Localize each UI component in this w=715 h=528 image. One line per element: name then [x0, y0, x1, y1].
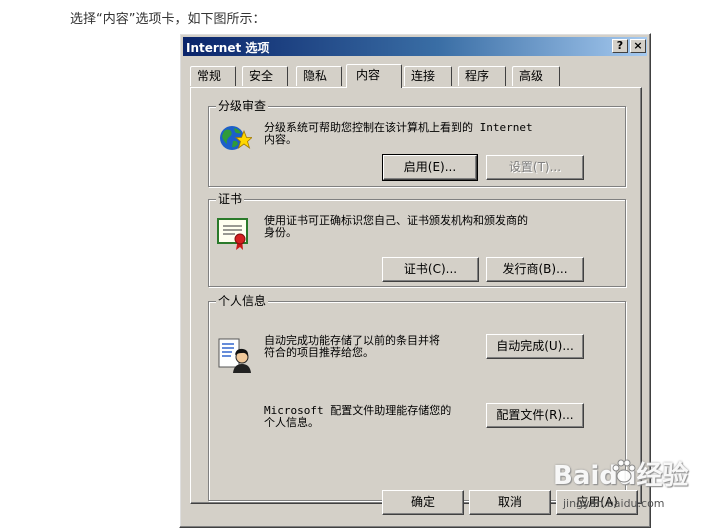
enable-button[interactable]: 启用(E)... — [382, 154, 478, 181]
close-button[interactable]: × — [630, 39, 646, 53]
tab-privacy[interactable]: 隐私 — [296, 66, 342, 86]
tab-programs[interactable]: 程序 — [458, 66, 506, 86]
autocomplete-description-line2: 符合的项目推荐给您。 — [264, 346, 374, 359]
content-advisor-label: 分级审查 — [216, 99, 269, 113]
instruction-caption: 选择“内容”选项卡，如下图所示： — [70, 12, 266, 27]
tab-connections[interactable]: 连接 — [404, 66, 452, 86]
certificate-icon — [217, 218, 248, 250]
content-advisor-group: 分级审查 分级系统可帮助您控制在该计算机上看到的 Internet 内容。 启用… — [208, 99, 626, 187]
content-advisor-description-line2: 内容。 — [264, 133, 297, 146]
publishers-button[interactable]: 发行商(B)... — [486, 257, 584, 282]
cancel-button[interactable]: 取消 — [469, 490, 551, 515]
profile-card-icon — [218, 338, 251, 373]
content-tab-panel: 分级审查 分级系统可帮助您控制在该计算机上看到的 Internet 内容。 启用… — [190, 87, 642, 504]
baidu-jingyan-watermark: Baidu经验 jingyan.baidu.com — [553, 455, 713, 521]
title-bar[interactable]: Internet 选项 ? × — [183, 37, 647, 56]
watermark-url: jingyan.baidu.com — [563, 497, 665, 510]
paw-logo-icon — [612, 459, 636, 483]
personal-information-label: 个人信息 — [216, 294, 269, 308]
tab-advanced[interactable]: 高级 — [512, 66, 560, 86]
certificates-button[interactable]: 证书(C)... — [382, 257, 479, 282]
tab-security[interactable]: 安全 — [242, 66, 288, 86]
help-button[interactable]: ? — [612, 39, 628, 53]
autocomplete-button[interactable]: 自动完成(U)... — [486, 334, 584, 359]
internet-options-dialog: Internet 选项 ? × 常规 安全 隐私 内容 连接 程序 高级 分级审… — [179, 33, 651, 528]
content-advisor-description-line1: 分级系统可帮助您控制在该计算机上看到的 Internet — [264, 121, 533, 134]
profile-button[interactable]: 配置文件(R)... — [486, 403, 584, 428]
certificates-description-line1: 使用证书可正确标识您自己、证书颁发机构和颁发商的 — [264, 214, 528, 227]
certificates-description-line2: 身份。 — [264, 226, 297, 239]
settings-button: 设置(T)... — [486, 155, 584, 180]
dialog-title: Internet 选项 — [186, 41, 270, 55]
tab-content[interactable]: 内容 — [346, 64, 402, 88]
certificates-group: 证书 使用证书可正确标识您自己、证书颁发机构和颁发商的 身份。 证书(C)...… — [208, 192, 626, 287]
ok-button[interactable]: 确定 — [382, 490, 464, 515]
certificates-label: 证书 — [216, 192, 245, 206]
tab-general[interactable]: 常规 — [190, 66, 236, 86]
globe-star-icon — [220, 126, 252, 150]
profile-description-line2: 个人信息。 — [264, 416, 319, 429]
